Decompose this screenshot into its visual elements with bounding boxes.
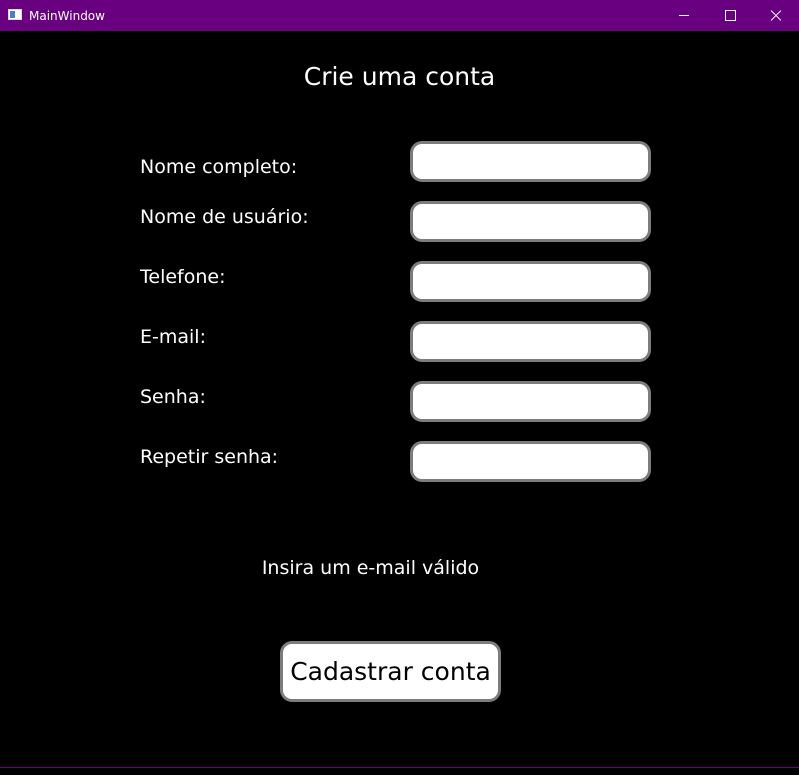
app-window-icon — [8, 9, 22, 20]
minimize-button[interactable] — [661, 0, 707, 31]
password-label: Senha: — [140, 386, 206, 408]
window-title: MainWindow — [29, 9, 105, 23]
email-input[interactable] — [410, 321, 651, 362]
username-label: Nome de usuário: — [140, 206, 309, 228]
window-bottom-border — [0, 767, 799, 768]
minimize-icon — [679, 15, 689, 16]
page-title: Crie uma conta — [303, 62, 496, 91]
repeat-password-label: Repetir senha: — [140, 446, 279, 468]
title-bar[interactable]: MainWindow — [0, 0, 799, 31]
full-name-input[interactable] — [410, 141, 651, 182]
register-button[interactable]: Cadastrar conta — [280, 641, 501, 702]
phone-label: Telefone: — [140, 266, 226, 288]
email-label: E-mail: — [140, 326, 206, 348]
close-button[interactable] — [753, 0, 799, 31]
password-input[interactable] — [410, 381, 651, 422]
maximize-button[interactable] — [707, 0, 753, 31]
validation-message: Insira um e-mail válido — [261, 557, 480, 579]
phone-input[interactable] — [410, 261, 651, 302]
repeat-password-input[interactable] — [410, 441, 651, 482]
full-name-label: Nome completo: — [140, 156, 298, 178]
maximize-icon — [724, 10, 736, 21]
close-icon — [770, 10, 782, 22]
username-input[interactable] — [410, 201, 651, 242]
